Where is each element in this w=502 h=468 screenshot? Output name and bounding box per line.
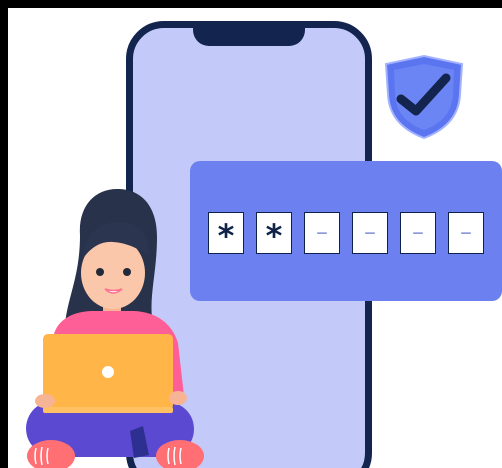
left-hand [35,394,55,408]
illustration-canvas: * * – – – – [8,8,502,468]
hair-bun [100,199,124,223]
woman-with-laptop-icon [26,188,204,468]
laptop-logo [102,366,114,378]
laptop-base [43,407,173,413]
left-eye [96,268,104,276]
illustration-frame: * * – – – – [0,0,502,468]
right-eye [123,268,131,276]
right-hand [169,391,187,405]
